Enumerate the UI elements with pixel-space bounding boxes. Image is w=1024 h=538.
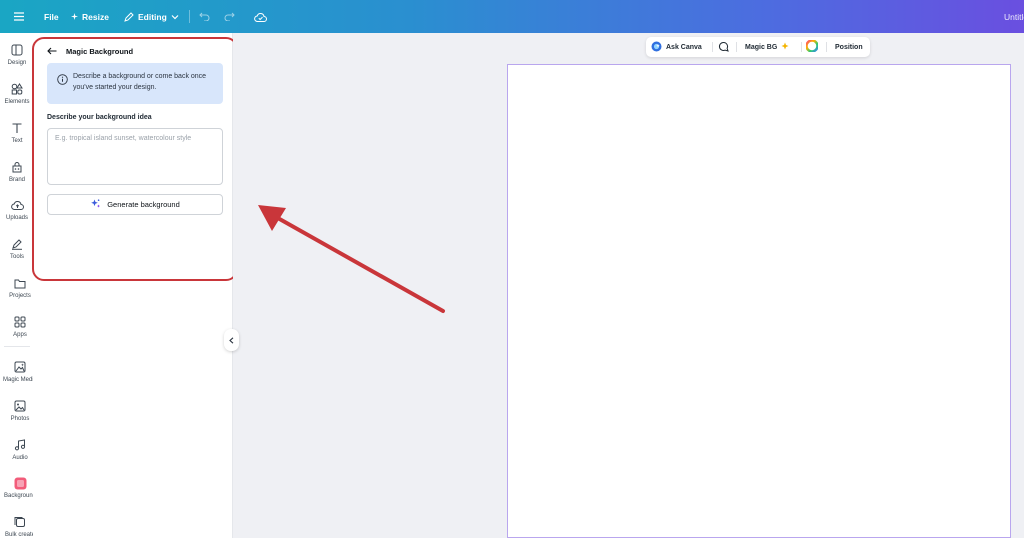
color-button[interactable] — [805, 37, 819, 57]
save-status-button[interactable] — [254, 0, 267, 33]
background-idea-input[interactable]: E.g. tropical island sunset, watercolour… — [47, 128, 223, 185]
editing-mode-button[interactable]: Editing — [124, 0, 179, 33]
design-title[interactable]: Untitled — [1004, 0, 1024, 33]
pencil-icon — [124, 11, 134, 22]
canva-assistant-icon — [651, 41, 662, 54]
position-label: Position — [835, 43, 863, 51]
context-divider — [736, 42, 737, 52]
info-icon — [57, 72, 68, 90]
resize-label: Resize — [82, 11, 109, 22]
context-divider — [826, 42, 827, 52]
layout-icon — [10, 43, 24, 57]
collapse-panel-button[interactable] — [224, 329, 239, 351]
info-text: Describe a background or come back once … — [73, 73, 207, 91]
magic-sparkle-icon — [90, 198, 101, 211]
magic-background-panel: Magic Background Describe a background o… — [33, 33, 233, 538]
back-arrow-icon[interactable] — [47, 42, 57, 60]
chevron-down-icon — [171, 14, 179, 20]
editing-label: Editing — [138, 11, 167, 22]
magic-bg-label: Magic BG — [745, 43, 778, 51]
context-toolbar: Ask Canva Magic BG Position — [646, 37, 870, 57]
pen-icon — [10, 237, 24, 251]
design-page[interactable] — [507, 64, 1011, 538]
sparkle-icon — [71, 13, 78, 20]
magic-media-icon — [13, 360, 27, 374]
panel-title: Magic Background — [66, 46, 134, 56]
music-icon — [13, 438, 27, 452]
ask-canva-button[interactable]: Ask Canva — [651, 37, 702, 57]
context-divider — [712, 42, 713, 52]
menu-button[interactable] — [14, 0, 24, 33]
bulk-create-icon — [13, 515, 27, 529]
file-menu[interactable]: File — [44, 0, 59, 33]
hamburger-icon — [14, 12, 24, 21]
rail-item-brand[interactable]: Brand — [0, 160, 37, 183]
ask-canva-label: Ask Canva — [666, 43, 702, 51]
undo-icon — [199, 12, 210, 21]
background-idea-label: Describe your background idea — [47, 114, 152, 121]
rail-item-elements[interactable]: Elements — [0, 82, 37, 105]
rail-item-design[interactable]: Design — [0, 43, 37, 66]
cloud-upload-icon — [10, 198, 24, 212]
cloud-check-icon — [254, 12, 267, 22]
resize-button[interactable]: Resize — [71, 0, 109, 33]
photo-icon — [13, 399, 27, 413]
file-label: File — [44, 11, 59, 22]
info-box: Describe a background or come back once … — [47, 63, 223, 104]
comment-icon — [718, 41, 729, 54]
rail-divider — [4, 346, 30, 347]
rail-item-tools[interactable]: Tools — [0, 237, 37, 260]
background-idea-placeholder: E.g. tropical island sunset, watercolour… — [55, 135, 192, 142]
chevron-left-icon — [229, 331, 234, 349]
undo-button[interactable] — [199, 0, 210, 33]
shapes-icon — [10, 82, 24, 96]
left-rail: Design Elements Text Brand Uploads Tools — [0, 33, 37, 538]
folder-icon — [13, 276, 27, 290]
panel-header: Magic Background — [47, 42, 133, 60]
crown-icon — [781, 42, 789, 52]
generate-background-button[interactable]: Generate background — [47, 194, 223, 215]
top-toolbar: File Resize Editing Untitled — [0, 0, 1024, 33]
magic-bg-button[interactable]: Magic BG — [745, 37, 789, 57]
text-icon — [10, 121, 24, 135]
color-wheel-icon — [805, 39, 819, 54]
rail-item-text[interactable]: Text — [0, 121, 37, 144]
redo-button[interactable] — [224, 0, 235, 33]
toolbar-divider — [189, 10, 190, 23]
generate-background-label: Generate background — [107, 200, 180, 209]
rail-item-uploads[interactable]: Uploads — [0, 198, 37, 221]
background-icon — [13, 476, 27, 490]
brand-icon — [10, 160, 24, 174]
context-divider — [801, 42, 802, 52]
position-button[interactable]: Position — [835, 37, 863, 57]
comment-button[interactable] — [718, 37, 729, 57]
apps-grid-icon — [13, 315, 27, 329]
redo-icon — [224, 12, 235, 21]
